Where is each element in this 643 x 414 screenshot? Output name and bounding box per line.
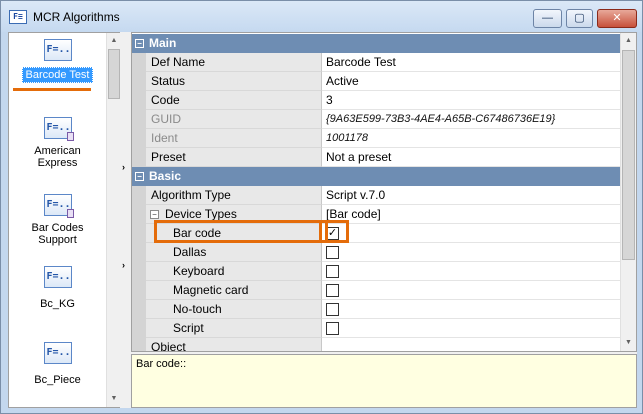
close-button[interactable]: ✕ [597,9,637,28]
grid-scrollbar[interactable]: ▲ ▼ [620,33,636,351]
highlight-box-value [319,220,349,243]
prop-row-ident[interactable]: Ident 1001178 [132,129,620,148]
prop-row-guid[interactable]: GUID {9A63E599-73B3-4AE4-A65B-C67486736E… [132,110,620,129]
prop-name: GUID [146,110,322,129]
maximize-button[interactable]: ▢ [566,9,593,28]
prop-name: Magnetic card [146,281,322,300]
scroll-thumb[interactable] [622,50,635,260]
prop-value[interactable]: Script v.7.0 [322,186,620,205]
list-item-barcode-test[interactable]: F=.. Barcode Test [9,39,106,83]
prop-row-magnetic-card[interactable]: Magnetic card [132,281,620,300]
selection-underline [13,88,91,91]
prop-value: {9A63E599-73B3-4AE4-A65B-C67486736E19} [322,110,620,129]
prop-value[interactable]: ✓ [322,224,620,243]
algorithm-list: F=.. Barcode Test F=.. American Express … [8,32,120,408]
prop-value: 1001178 [322,129,620,148]
prop-value[interactable] [322,319,620,338]
list-item-label: Bar Codes Support [31,222,84,246]
prop-value[interactable]: Not a preset [322,148,620,167]
chevron-right-icon[interactable]: › [122,260,125,270]
scroll-down-icon[interactable]: ▼ [621,335,636,350]
prop-name: Script [146,319,322,338]
script-icon: F=.. [43,39,72,61]
checkbox[interactable] [326,322,339,335]
window-title: MCR Algorithms [33,10,120,24]
script-icon: F=.. [43,194,74,218]
category-label: Main [149,36,177,50]
script-icon: F=.. [43,266,72,288]
list-item-bar-codes-support[interactable]: F=.. Bar Codes Support [9,194,106,246]
list-item-label: Bc_Piece [34,374,81,386]
scroll-up-icon[interactable]: ▲ [107,33,121,48]
prop-value[interactable]: Active [322,72,620,91]
prop-name: Status [146,72,322,91]
prop-name: No-touch [146,300,322,319]
chevron-right-icon[interactable]: › [122,162,125,172]
prop-row-script[interactable]: Script [132,319,620,338]
prop-value[interactable] [322,300,620,319]
prop-name: Def Name [146,53,322,72]
scroll-thumb[interactable] [108,49,120,99]
list-scrollbar[interactable]: ▲ ▼ [106,33,120,407]
category-label: Basic [149,169,182,183]
script-icon: F=.. [43,342,72,364]
mcr-algorithms-window: F≡ MCR Algorithms — ▢ ✕ F=.. Barcode Tes… [0,0,643,414]
property-grid: − Main Def Name Barcode Test Status Acti… [131,32,637,352]
list-item-bc-piece[interactable]: F=.. Bc_Piece [9,342,106,386]
prop-row-keyboard[interactable]: Keyboard [132,262,620,281]
collapse-icon[interactable]: − [150,210,159,219]
prop-name: Algorithm Type [146,186,322,205]
client-area: F=.. Barcode Test F=.. American Express … [8,32,637,408]
scroll-up-icon[interactable]: ▲ [621,33,636,48]
panel-splitter[interactable]: › › [121,32,131,408]
prop-row-object[interactable]: Object [132,338,620,351]
prop-name-text: Device Types [165,207,237,221]
prop-row-algorithm-type[interactable]: Algorithm Type Script v.7.0 [132,186,620,205]
checkbox[interactable] [326,246,339,259]
highlight-box-name [154,220,328,243]
script-icon: F=.. [43,117,74,141]
prop-value[interactable]: Barcode Test [322,53,620,72]
prop-value[interactable] [322,262,620,281]
title-bar[interactable]: F≡ MCR Algorithms — ▢ ✕ [1,1,642,32]
prop-row-preset[interactable]: Preset Not a preset [132,148,620,167]
checkbox[interactable] [326,284,339,297]
prop-name: Ident [146,129,322,148]
prop-row-status[interactable]: Status Active [132,72,620,91]
prop-row-dallas[interactable]: Dallas [132,243,620,262]
list-item-label: Bc_KG [40,298,75,310]
description-panel: Bar code:: [131,354,637,408]
collapse-icon[interactable]: − [135,172,144,181]
prop-name: Preset [146,148,322,167]
collapse-icon[interactable]: − [135,39,144,48]
checkbox[interactable] [326,303,339,316]
scroll-down-icon[interactable]: ▼ [107,391,121,406]
prop-row-def-name[interactable]: Def Name Barcode Test [132,53,620,72]
prop-value[interactable]: [Bar code] [322,205,620,224]
list-item-label: American Express [34,145,81,169]
category-basic[interactable]: − Basic [132,167,620,186]
prop-value[interactable] [322,281,620,300]
prop-value[interactable]: 3 [322,91,620,110]
minimize-button[interactable]: — [533,9,562,28]
prop-row-code[interactable]: Code 3 [132,91,620,110]
list-item-label: Barcode Test [22,67,93,83]
checkbox[interactable] [326,265,339,278]
app-icon: F≡ [9,10,27,24]
prop-value[interactable] [322,243,620,262]
prop-name: Code [146,91,322,110]
category-main[interactable]: − Main [132,34,620,53]
prop-row-no-touch[interactable]: No-touch [132,300,620,319]
list-item-american-express[interactable]: F=.. American Express [9,117,106,169]
prop-name: Object [146,338,322,351]
list-item-bc-kg[interactable]: F=.. Bc_KG [9,266,106,310]
prop-value[interactable] [322,338,620,351]
prop-name: Dallas [146,243,322,262]
prop-name: Keyboard [146,262,322,281]
